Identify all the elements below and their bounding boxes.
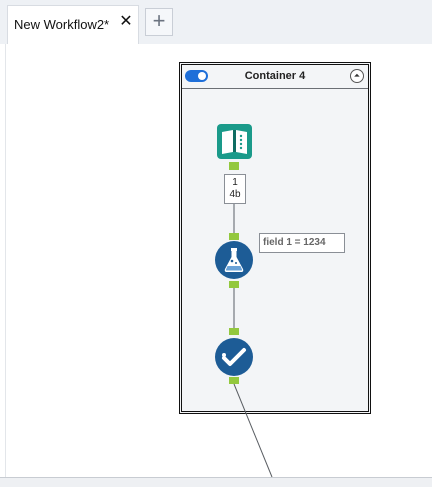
checkmark-icon (215, 338, 253, 376)
output-anchor[interactable] (229, 377, 239, 384)
tab-label: New Workflow2* (14, 17, 110, 32)
formula-tool[interactable] (215, 241, 253, 279)
flask-icon (215, 241, 253, 279)
input-anchor[interactable] (229, 233, 239, 240)
container-title: Container 4 (244, 70, 306, 82)
collapse-icon[interactable]: ⏶ (350, 69, 364, 83)
new-tab-button[interactable]: + (145, 8, 173, 36)
tool-annotation: field 1 = 1234 (259, 233, 345, 253)
container-header[interactable]: Container 4 ⏶ (182, 65, 368, 89)
output-anchor[interactable] (229, 162, 239, 170)
input-anchor[interactable] (229, 328, 239, 335)
canvas-left-border (5, 44, 6, 477)
output-anchor[interactable] (229, 281, 239, 288)
tab-bar: New Workflow2* ✕ + (0, 0, 432, 45)
tab-new-workflow2[interactable]: New Workflow2* ✕ (7, 5, 139, 45)
book-icon (217, 124, 252, 159)
test-tool[interactable] (215, 338, 253, 376)
record-count-line2: 4b (229, 189, 241, 200)
record-count-line1: 1 (232, 177, 238, 188)
record-count-label: 1 4b (224, 174, 246, 204)
close-icon[interactable]: ✕ (118, 14, 134, 30)
input-tool[interactable] (217, 124, 252, 159)
